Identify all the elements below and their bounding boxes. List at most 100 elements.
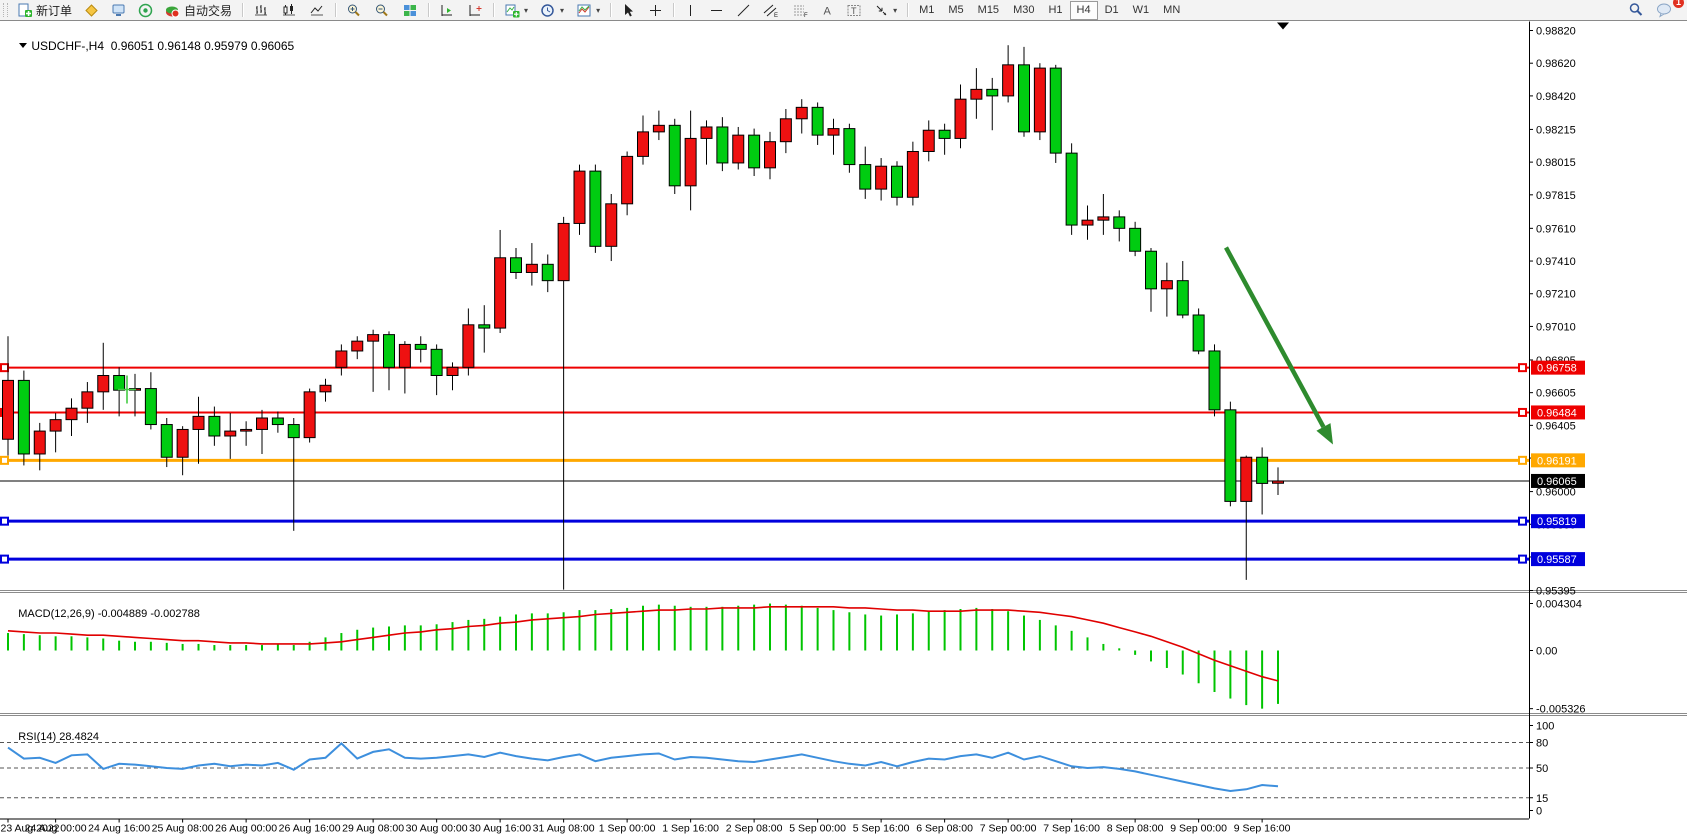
svg-text:0.98820: 0.98820 (1536, 26, 1576, 38)
vertical-line-icon (684, 3, 697, 18)
svg-text:0.96484: 0.96484 (1537, 407, 1577, 419)
svg-text:7 Sep 00:00: 7 Sep 00:00 (980, 823, 1037, 835)
svg-text:30 Aug 16:00: 30 Aug 16:00 (469, 823, 531, 835)
toolbar-grip[interactable] (3, 3, 8, 17)
svg-text:25 Aug 08:00: 25 Aug 08:00 (152, 823, 214, 835)
chart-title: USDCHF-,H4 0.96051 0.96148 0.95979 0.960… (6, 25, 294, 67)
notifications-button[interactable]: 1 (1650, 0, 1679, 20)
svg-text:5 Sep 00:00: 5 Sep 00:00 (789, 823, 846, 835)
svg-text:6 Sep 08:00: 6 Sep 08:00 (916, 823, 973, 835)
crosshair-tool-button[interactable] (642, 0, 669, 20)
svg-text:0.96065: 0.96065 (1537, 476, 1577, 488)
svg-text:T: T (851, 6, 857, 16)
svg-text:7 Sep 16:00: 7 Sep 16:00 (1043, 823, 1100, 835)
svg-text:31 Aug 08:00: 31 Aug 08:00 (533, 823, 595, 835)
svg-text:-0.005326: -0.005326 (1536, 704, 1586, 716)
timeframe-m15[interactable]: M15 (971, 1, 1006, 20)
macd-signal-value: -0.002788 (150, 608, 200, 620)
svg-text:0.98015: 0.98015 (1536, 157, 1576, 169)
vertical-line-tool-button[interactable] (678, 0, 703, 20)
price-badge-0.96191: 0.96191 (1531, 453, 1585, 467)
cursor-tool-button[interactable] (615, 0, 642, 20)
svg-text:0.97410: 0.97410 (1536, 256, 1576, 268)
svg-text:0.004304: 0.004304 (1536, 599, 1582, 611)
zoom-out-icon (374, 3, 390, 18)
timeframe-h1[interactable]: H1 (1041, 1, 1069, 20)
auto-scroll-button[interactable] (461, 0, 489, 20)
clock-icon (540, 3, 556, 18)
terminal-button[interactable] (105, 0, 132, 20)
new-order-icon (17, 3, 32, 18)
templates-button[interactable]: ▾ (570, 0, 606, 20)
timeframe-d1[interactable]: D1 (1098, 1, 1126, 20)
svg-text:F: F (804, 13, 808, 18)
autotrade-button[interactable]: 自动交易 (159, 0, 238, 20)
trendline-icon (736, 3, 751, 18)
svg-text:0.96000: 0.96000 (1536, 487, 1576, 499)
bid-price-badge: 0.96065 (1531, 474, 1585, 488)
indicators-button[interactable]: ▾ (498, 0, 534, 20)
svg-text:1 Sep 00:00: 1 Sep 00:00 (599, 823, 656, 835)
line-chart-icon (309, 3, 325, 18)
price-badge-0.95819: 0.95819 (1531, 514, 1585, 528)
fibonacci-tool-button[interactable]: F (786, 0, 815, 20)
candle-chart-mode-button[interactable] (275, 0, 303, 20)
new-order-button[interactable]: 新订单 (11, 0, 78, 20)
chart-canvas[interactable]: 0.988200.986200.984200.982150.980150.978… (0, 21, 1687, 837)
text-label-icon: T (846, 3, 862, 18)
horizontal-line-tool-button[interactable] (703, 0, 730, 20)
svg-text:2 Sep 08:00: 2 Sep 08:00 (726, 823, 783, 835)
signals-button[interactable] (132, 0, 159, 20)
candlestick-icon (281, 3, 297, 18)
chart-shift-icon (439, 3, 455, 18)
svg-text:0: 0 (1536, 806, 1542, 818)
template-icon (576, 3, 592, 18)
timeframe-m1[interactable]: M1 (912, 1, 941, 20)
svg-text:8 Sep 08:00: 8 Sep 08:00 (1107, 823, 1164, 835)
timeframe-h4[interactable]: H4 (1070, 1, 1098, 20)
chart-title-dropdown-icon[interactable] (19, 43, 27, 48)
timeframe-mn[interactable]: MN (1156, 1, 1187, 20)
main-toolbar: 新订单 自动交易 ▾ ▾ ▾ (0, 0, 1687, 21)
auto-scroll-icon (467, 3, 483, 18)
line-chart-mode-button[interactable] (303, 0, 331, 20)
price-badge-0.96758: 0.96758 (1531, 361, 1585, 375)
timeframe-m30[interactable]: M30 (1006, 1, 1041, 20)
macd-indicator-label: MACD(12,26,9) -0.004889 -0.002788 (6, 596, 200, 632)
mt4-window: 新订单 自动交易 ▾ ▾ ▾ (0, 0, 1687, 837)
macd-main-value: -0.004889 (98, 608, 148, 620)
svg-text:26 Aug 16:00: 26 Aug 16:00 (279, 823, 341, 835)
arrow-objects-icon (874, 3, 889, 18)
timeframe-w1[interactable]: W1 (1126, 1, 1157, 20)
bar-chart-mode-button[interactable] (247, 0, 275, 20)
channel-tool-button[interactable]: E (757, 0, 786, 20)
svg-text:29 Aug 08:00: 29 Aug 08:00 (342, 823, 404, 835)
dropdown-arrow-icon: ▾ (596, 6, 600, 15)
svg-text:30 Aug 00:00: 30 Aug 00:00 (406, 823, 468, 835)
zoom-out-button[interactable] (368, 0, 396, 20)
timeframe-m5[interactable]: M5 (941, 1, 970, 20)
chart-shift-button[interactable] (433, 0, 461, 20)
market-watch-button[interactable] (78, 0, 105, 20)
horizontal-line-icon (709, 3, 724, 18)
arrows-tool-button[interactable]: ▾ (868, 0, 903, 20)
periods-button[interactable]: ▾ (534, 0, 570, 20)
trendline-tool-button[interactable] (730, 0, 757, 20)
text-tool-button[interactable]: A (815, 0, 840, 20)
rsi-indicator-label: RSI(14) 28.4824 (6, 719, 99, 755)
svg-text:50: 50 (1536, 763, 1548, 775)
svg-text:E: E (774, 13, 778, 18)
text-icon: A (821, 3, 834, 18)
svg-text:5 Sep 16:00: 5 Sep 16:00 (853, 823, 910, 835)
svg-text:26 Aug 00:00: 26 Aug 00:00 (215, 823, 277, 835)
monitor-icon (111, 3, 126, 18)
text-label-tool-button[interactable]: T (840, 0, 868, 20)
svg-text:A: A (824, 5, 832, 17)
search-button[interactable] (1622, 0, 1650, 20)
tile-windows-button[interactable] (396, 0, 424, 20)
zoom-in-button[interactable] (340, 0, 368, 20)
rsi-value: 28.4824 (59, 731, 99, 743)
signal-icon (138, 3, 153, 18)
equidistant-channel-icon: E (763, 3, 780, 18)
autotrade-icon (165, 3, 180, 18)
